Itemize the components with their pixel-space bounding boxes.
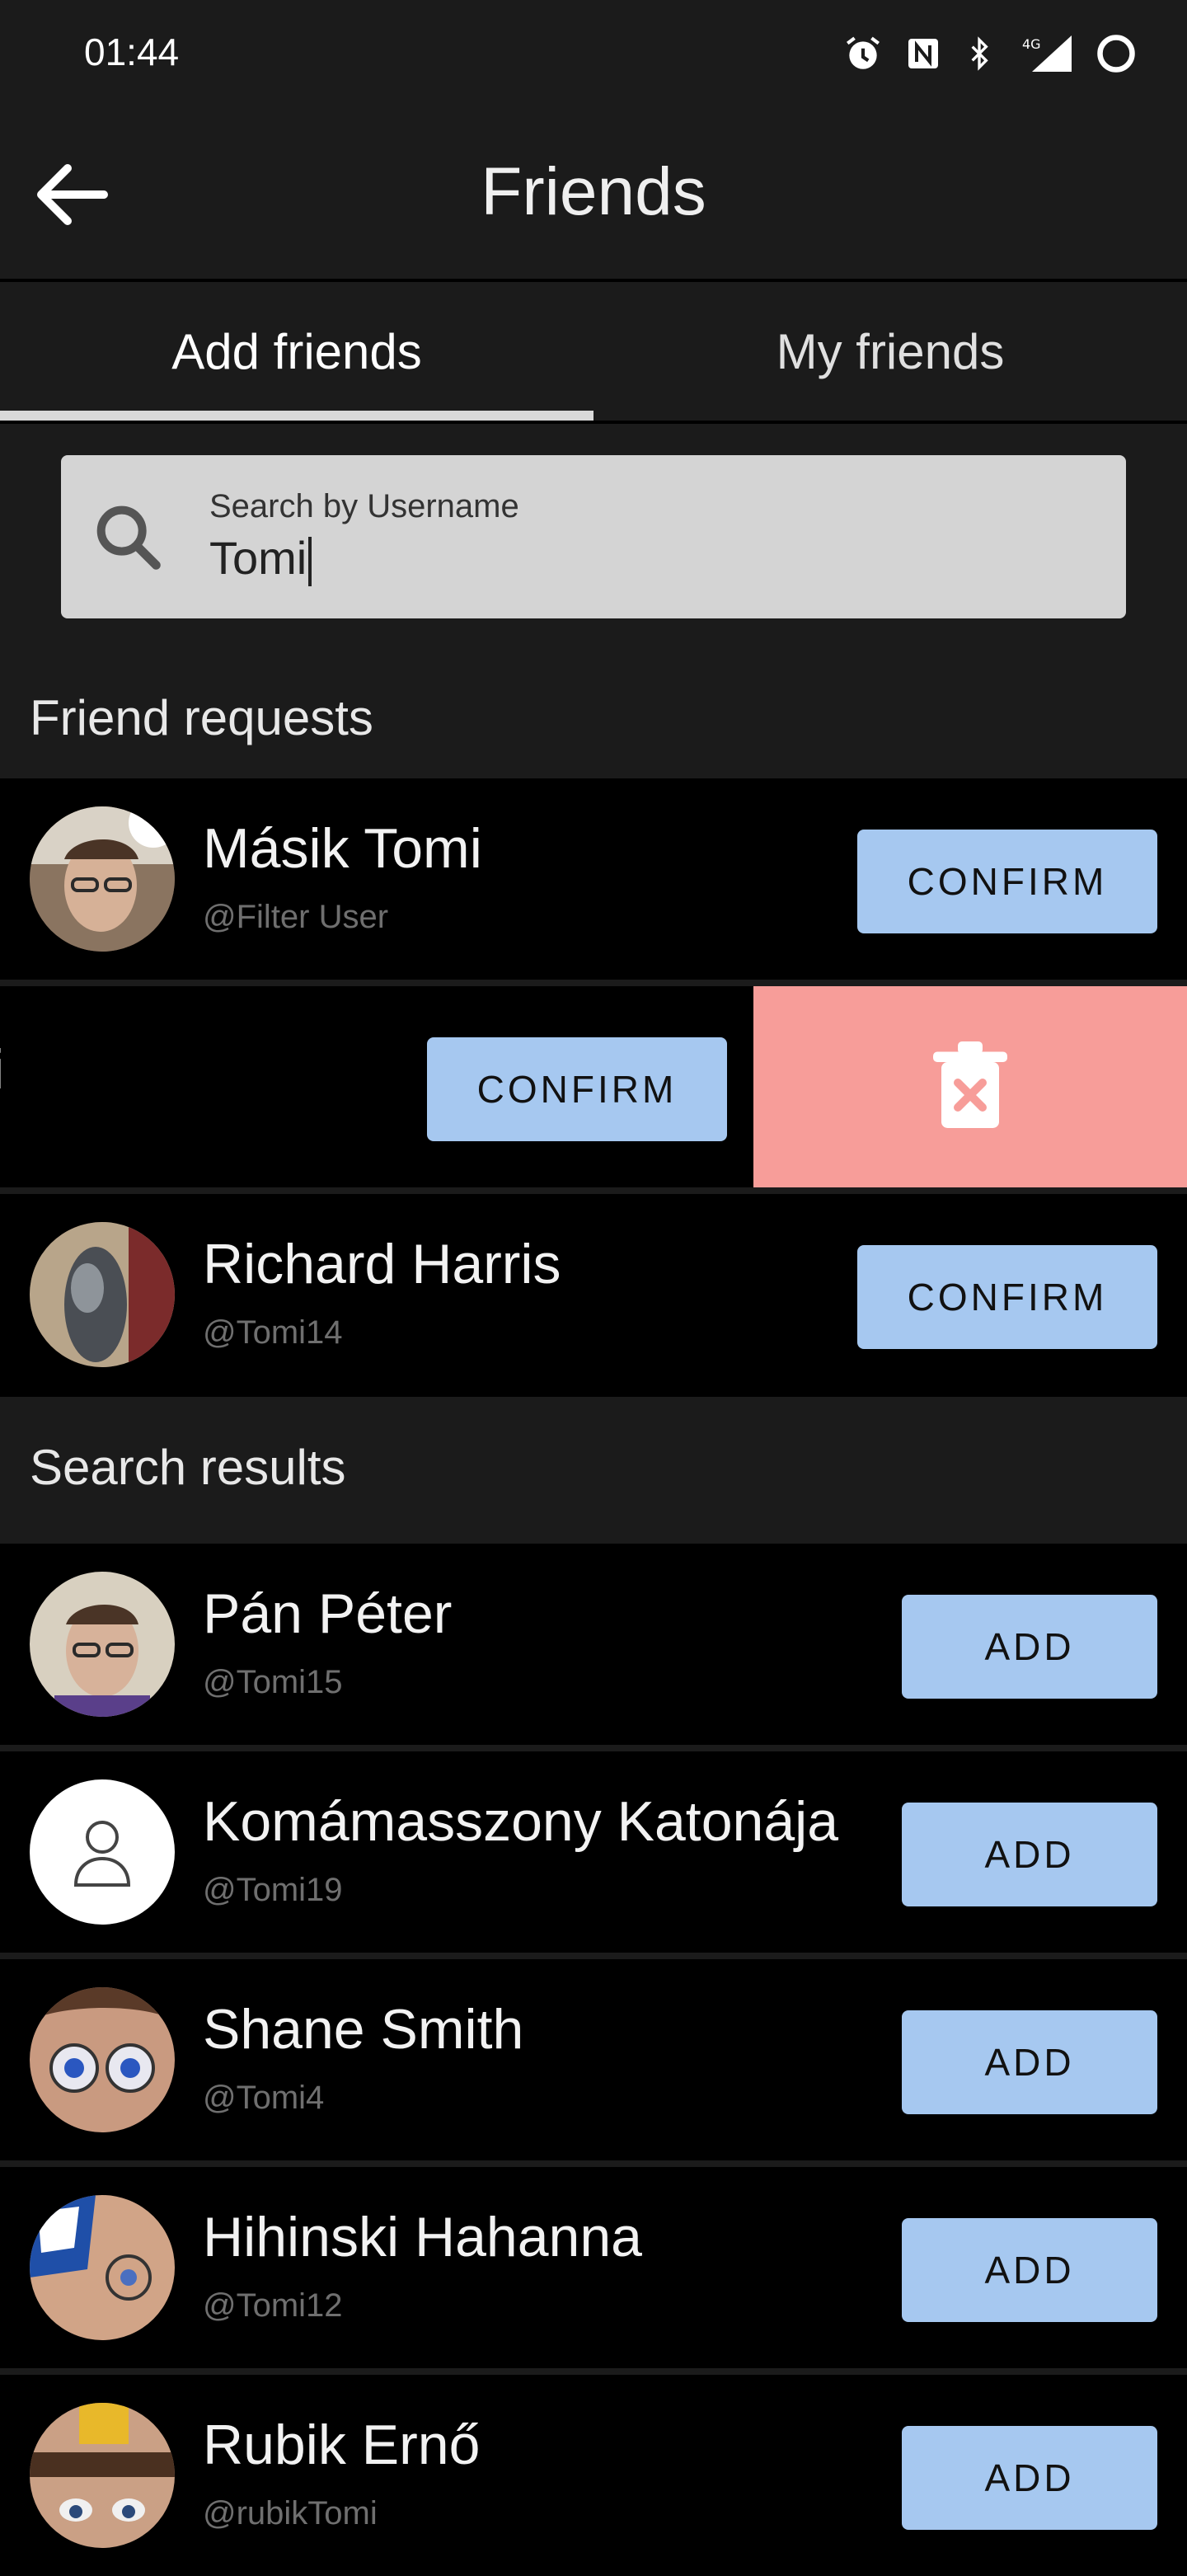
search-results-title: Search results [0, 1397, 1187, 1537]
avatar-photo [30, 806, 175, 952]
user-handle: @Filter User [203, 899, 389, 935]
add-button[interactable]: ADD [902, 1595, 1157, 1699]
avatar [30, 806, 175, 952]
search-icon [96, 505, 161, 570]
avatar-photo [30, 1987, 175, 2132]
list-item: Rubik Ernő @rubikTomi ADD [0, 2375, 1187, 2576]
add-button[interactable]: ADD [902, 2010, 1157, 2114]
status-icons: 4G [842, 25, 1138, 82]
user-name-partial: i [0, 1037, 4, 1102]
user-name: Pán Péter [203, 1582, 453, 1645]
user-handle: @rubikTomi [203, 2495, 378, 2531]
user-name: Shane Smith [203, 1998, 524, 2061]
search-value[interactable]: Tomi [209, 531, 312, 587]
signal-4g-icon: 4G [1016, 32, 1075, 75]
status-time: 01:44 [84, 31, 180, 73]
avatar [30, 2195, 175, 2340]
user-name: Richard Harris [203, 1233, 561, 1295]
add-button[interactable]: ADD [902, 2218, 1157, 2322]
list-item: Pán Péter @Tomi15 ADD [0, 1544, 1187, 1745]
search-label: Search by Username [209, 488, 519, 524]
avatar-photo [30, 1222, 175, 1367]
divider [0, 1953, 1187, 1959]
user-name: Rubik Ernő [203, 2414, 481, 2476]
tab-add-friends[interactable]: Add friends [0, 282, 594, 421]
tab-my-friends[interactable]: My friends [594, 282, 1187, 421]
divider [0, 1537, 1187, 1544]
user-name: Másik Tomi [203, 817, 482, 880]
divider [0, 1187, 1187, 1194]
avatar [30, 1222, 175, 1367]
search-input[interactable]: Search by Username Tomi [61, 455, 1126, 618]
list-item-swiped[interactable]: i CONFIRM [0, 986, 1187, 1187]
avatar-photo [30, 2403, 175, 2548]
person-icon [73, 1821, 131, 1887]
list-item: Richard Harris @Tomi14 CONFIRM [0, 1194, 1187, 1395]
tab-bar: Add friends My friends [0, 282, 1187, 421]
add-button[interactable]: ADD [902, 1803, 1157, 1906]
list-item: Másik Tomi @Filter User CONFIRM [0, 778, 1187, 980]
nfc-icon [903, 34, 943, 73]
tab-indicator [0, 411, 594, 421]
trash-icon [933, 1041, 1007, 1128]
user-handle: @Tomi15 [203, 1664, 343, 1700]
user-handle: @Tomi12 [203, 2287, 343, 2324]
delete-action[interactable] [753, 986, 1187, 1187]
divider [0, 1745, 1187, 1751]
avatar-photo [30, 2195, 175, 2340]
divider [0, 2368, 1187, 2375]
user-handle: @Tomi14 [203, 1314, 343, 1351]
avatar-photo [30, 1572, 175, 1717]
alarm-icon [842, 33, 884, 74]
user-handle: @Tomi19 [203, 1872, 343, 1908]
avatar [30, 1779, 175, 1925]
user-handle: @Tomi4 [203, 2080, 325, 2116]
avatar [30, 1987, 175, 2132]
confirm-button[interactable]: CONFIRM [857, 1245, 1157, 1349]
divider [0, 980, 1187, 986]
user-name: Hihinski Hahanna [203, 2206, 642, 2268]
battery-icon [1095, 32, 1138, 75]
app-bar: Friends [0, 107, 1187, 282]
list-item: Hihinski Hahanna @Tomi12 ADD [0, 2167, 1187, 2368]
confirm-button[interactable]: CONFIRM [857, 830, 1157, 933]
add-button[interactable]: ADD [902, 2426, 1157, 2530]
bluetooth-icon [963, 34, 996, 73]
avatar [30, 1572, 175, 1717]
text-caret [308, 537, 312, 587]
avatar [30, 2403, 175, 2548]
list-item: Shane Smith @Tomi4 ADD [0, 1959, 1187, 2160]
confirm-button[interactable]: CONFIRM [427, 1037, 727, 1141]
status-bar: 01:44 4G [0, 0, 1187, 107]
svg-text:4G: 4G [1022, 36, 1041, 52]
friend-requests-title: Friend requests [0, 656, 1187, 778]
divider [0, 2160, 1187, 2167]
page-title: Friends [481, 154, 706, 229]
search-section: Search by Username Tomi [0, 424, 1187, 668]
user-name: Komámasszony Katonája [203, 1790, 839, 1853]
list-item: Komámasszony Katonája @Tomi19 ADD [0, 1751, 1187, 1953]
